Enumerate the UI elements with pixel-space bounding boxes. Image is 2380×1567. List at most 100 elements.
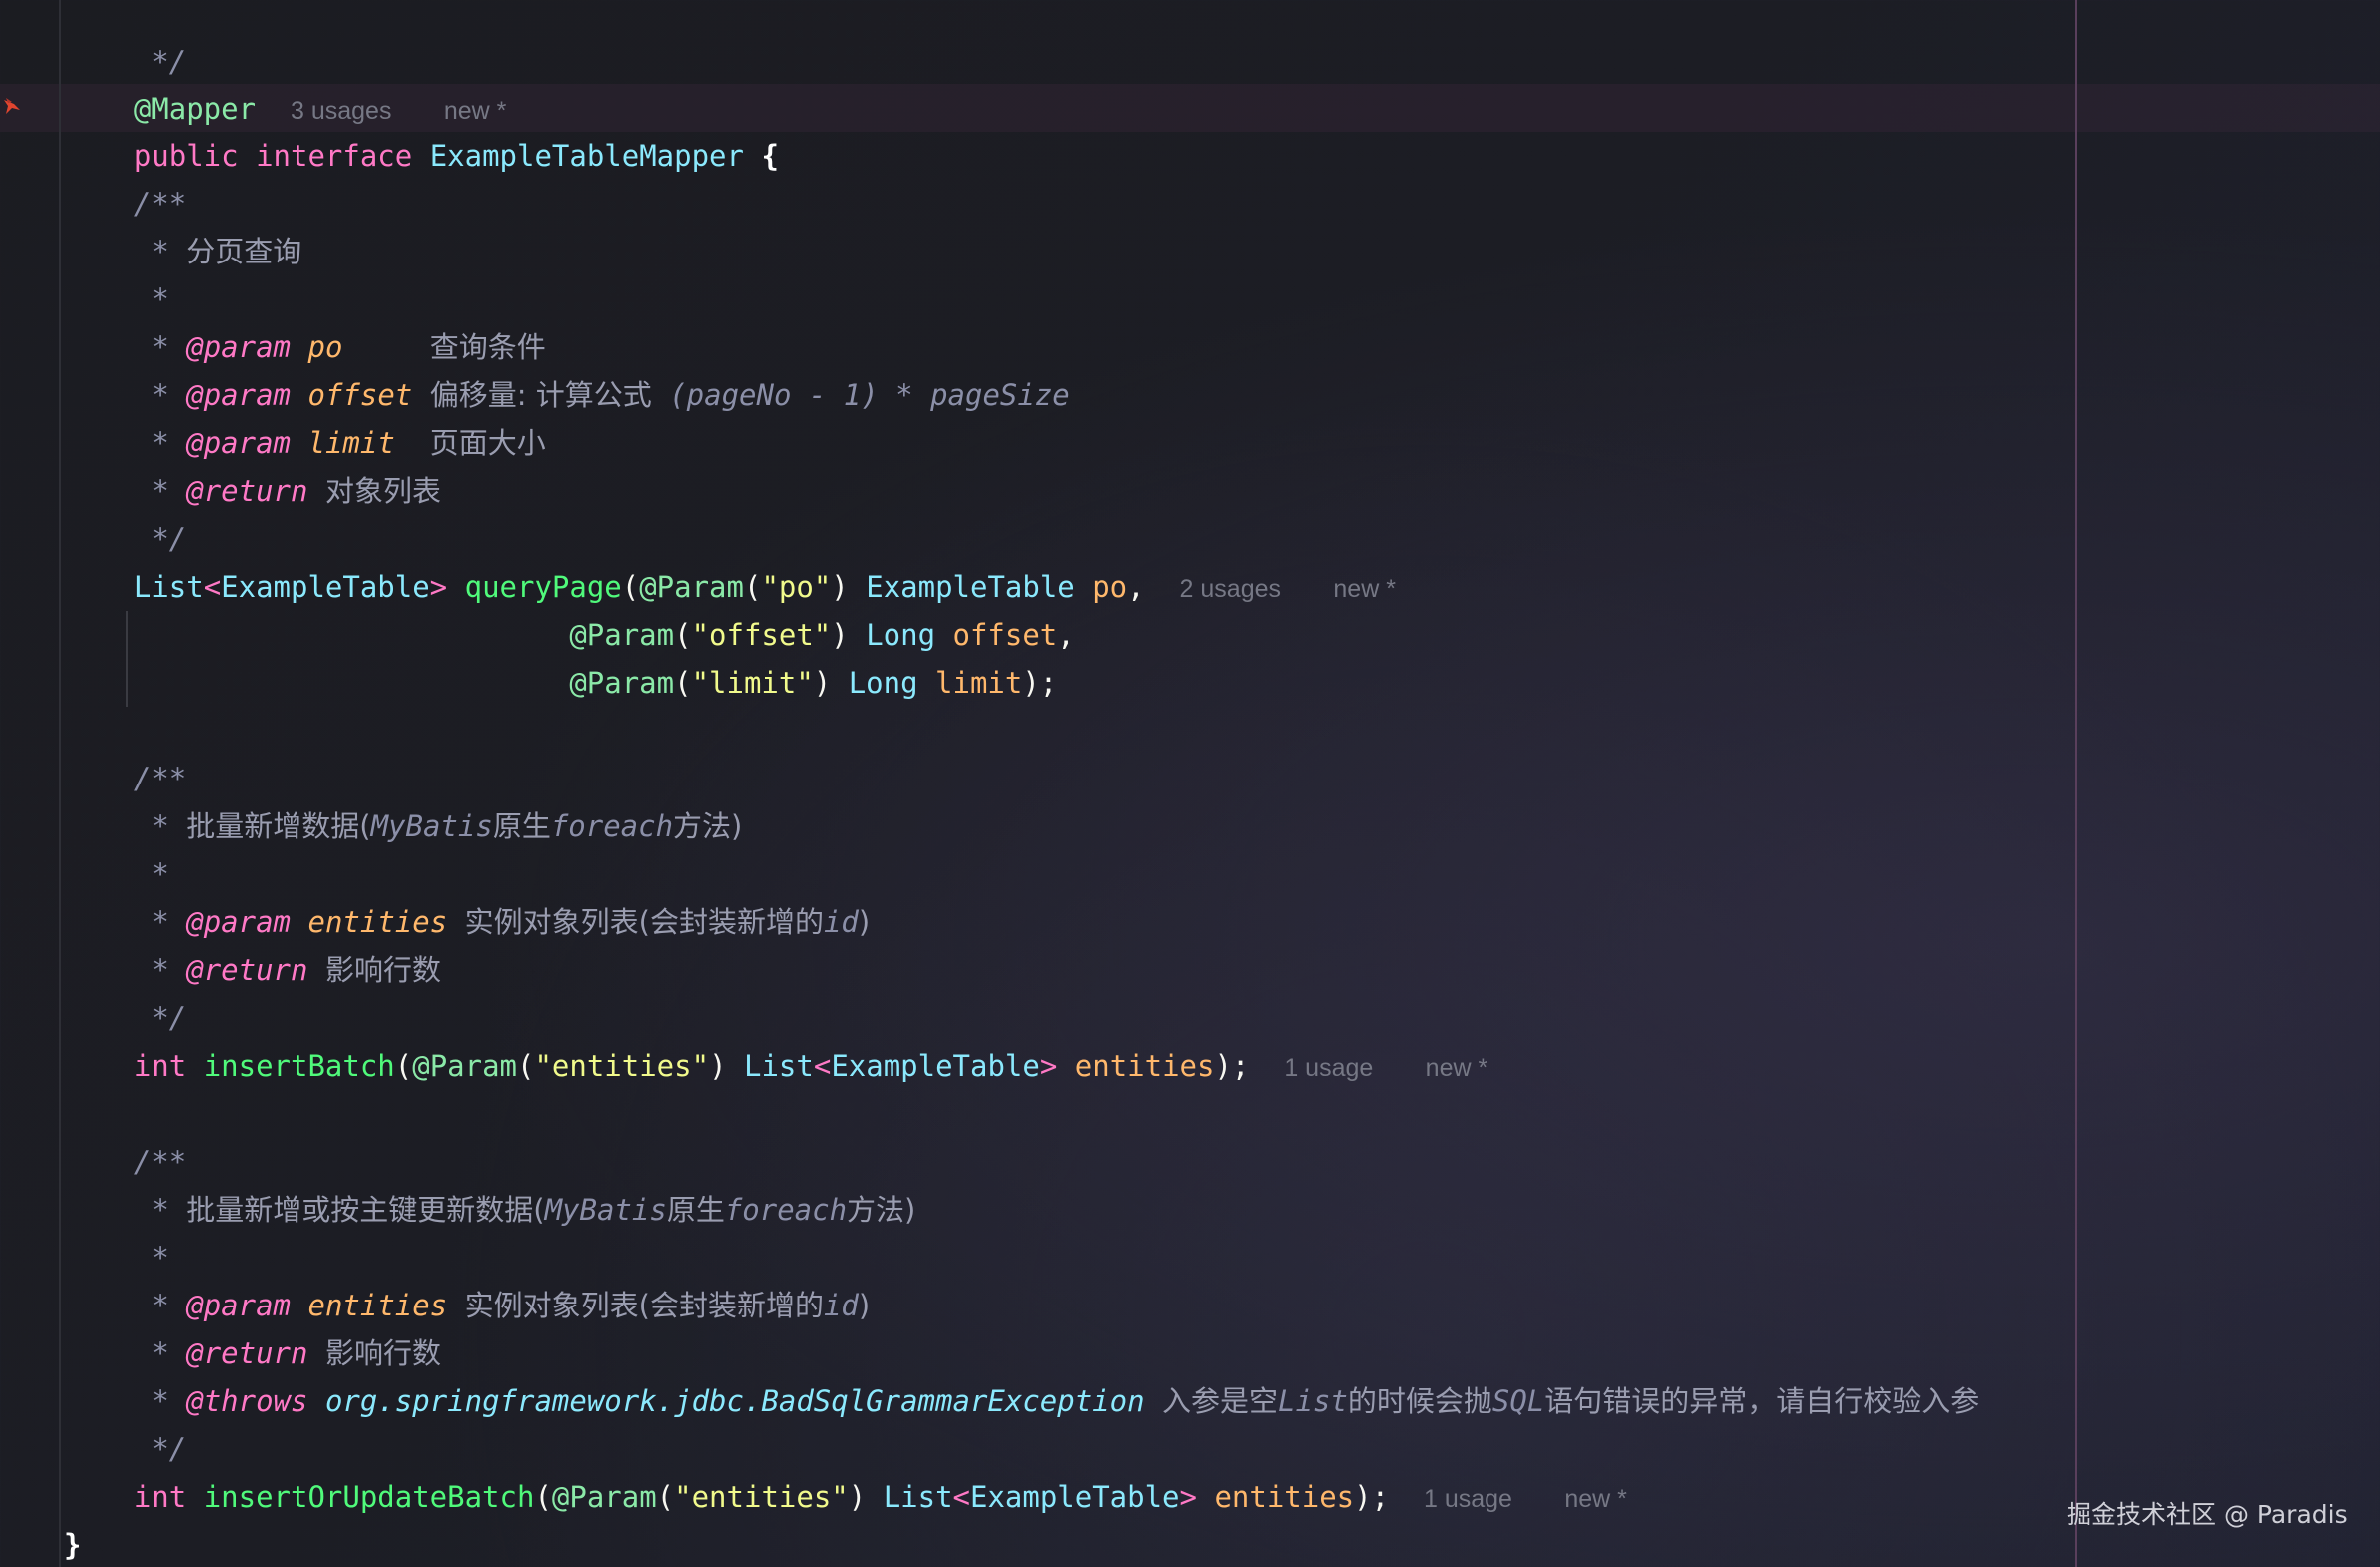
javadoc-param-name: entities <box>307 1289 448 1322</box>
code-line[interactable]: * @throws org.springframework.jdbc.BadSq… <box>64 1377 1979 1425</box>
code-line[interactable]: List<ExampleTable> queryPage(@Param("po"… <box>64 563 1396 611</box>
string-offset: "offset" <box>691 618 832 652</box>
generic-close: > <box>429 570 448 604</box>
string-entities: "entities" <box>534 1049 710 1083</box>
javadoc-param-desc: 实例对象列表(会封装新增的 <box>464 905 824 939</box>
usages-hint[interactable]: 2 usages <box>1180 575 1281 603</box>
type-list: List <box>883 1480 953 1514</box>
param-annotation: @Param <box>412 1049 517 1083</box>
code-line[interactable]: int insertOrUpdateBatch(@Param("entities… <box>64 1473 1627 1521</box>
javadoc-open: /** <box>133 1145 187 1179</box>
code-line[interactable]: @Mapper 3 usages new * <box>64 37 507 126</box>
javadoc-param-tag: @param <box>186 426 292 460</box>
javadoc-throws-desc: 语句错误的异常，请自行校验入参 <box>1544 1384 1980 1418</box>
javadoc-return-tag: @return <box>186 953 308 987</box>
string-limit: "limit" <box>691 666 814 700</box>
method-insert-or-update-batch: insertOrUpdateBatch <box>203 1480 535 1514</box>
code-line[interactable]: * 批量新增或按主键更新数据(MyBatis原生foreach方法) <box>64 1186 915 1234</box>
code-line[interactable]: * <box>64 850 168 898</box>
javadoc-star: * <box>151 905 169 939</box>
gutter-divider <box>59 0 61 1567</box>
mybatis-bird-icon[interactable] <box>2 94 22 118</box>
code-line[interactable]: @Param("offset") Long offset, <box>64 611 1074 659</box>
type-list: List <box>133 570 204 604</box>
method-insert-batch: insertBatch <box>203 1049 395 1083</box>
keyword-int: int <box>133 1480 187 1514</box>
param-annotation: @Param <box>551 1480 657 1514</box>
javadoc-description: 批量新增或按主键更新数据 <box>186 1193 534 1227</box>
code-line[interactable]: */ <box>64 515 186 563</box>
javadoc-param-tag: @param <box>186 1289 292 1322</box>
code-line[interactable]: * @param po 查询条件 <box>64 323 546 371</box>
code-line[interactable]: * @return 影响行数 <box>64 946 441 994</box>
javadoc-throws-desc: SQL <box>1491 1384 1545 1418</box>
code-line[interactable]: public interface ExampleTableMapper { <box>64 84 779 173</box>
code-line[interactable]: /** <box>64 755 186 802</box>
string-entities: "entities" <box>674 1480 849 1514</box>
code-line[interactable]: * @return 影响行数 <box>64 1329 441 1377</box>
javadoc-throws-desc: 的时候会抛 <box>1347 1384 1492 1418</box>
javadoc-close: */ <box>151 1432 187 1466</box>
code-line[interactable]: */ <box>64 1425 186 1473</box>
code-line[interactable]: * @param offset 偏移量: 计算公式 (pageNo - 1) *… <box>64 371 1069 419</box>
javadoc-param-desc: 查询条件 <box>429 330 546 364</box>
generic-open: < <box>203 570 222 604</box>
javadoc-star: * <box>151 235 169 268</box>
code-line[interactable]: */ <box>64 994 186 1042</box>
javadoc-return-tag: @return <box>186 474 308 508</box>
param-annotation: @Param <box>569 666 675 700</box>
type-long: Long <box>848 666 918 700</box>
code-line[interactable]: * @param entities 实例对象列表(会封装新增的id) <box>64 1282 870 1329</box>
code-line[interactable]: */ <box>64 0 186 79</box>
code-editor[interactable]: */ @Mapper 3 usages new * public interfa… <box>0 0 2380 1567</box>
code-line[interactable]: * @return 对象列表 <box>64 467 441 515</box>
javadoc-note: MyBatis <box>370 809 493 843</box>
type-example-table: ExampleTable <box>831 1049 1040 1083</box>
method-query-page: queryPage <box>464 570 622 604</box>
javadoc-return-desc: 对象列表 <box>324 474 441 508</box>
javadoc-return-tag: @return <box>186 1336 308 1370</box>
string-po: "po" <box>761 570 832 604</box>
javadoc-param-desc: id <box>823 1289 859 1322</box>
type-example-table: ExampleTable <box>221 570 430 604</box>
new-hint[interactable]: new * <box>1333 575 1396 603</box>
javadoc-note: foreach <box>550 809 674 843</box>
javadoc-star: * <box>151 1336 169 1370</box>
interface-name: ExampleTableMapper <box>429 139 744 173</box>
code-line[interactable]: int insertBatch(@Param("entities") List<… <box>64 1042 1488 1090</box>
code-line[interactable]: /** <box>64 180 186 228</box>
javadoc-note: foreach <box>724 1193 848 1227</box>
new-hint[interactable]: new * <box>1426 1054 1488 1082</box>
javadoc-star: * <box>151 1384 169 1418</box>
code-line[interactable]: * <box>64 1234 168 1282</box>
keyword-interface: interface <box>256 139 413 173</box>
code-line[interactable]: @Param("limit") Long limit); <box>64 659 1057 707</box>
javadoc-star: * <box>151 282 169 316</box>
code-line[interactable]: * @param entities 实例对象列表(会封装新增的id) <box>64 898 870 946</box>
javadoc-note: 方法) <box>847 1193 916 1227</box>
param-annotation: @Param <box>569 618 675 652</box>
usages-hint[interactable]: 1 usage <box>1424 1485 1512 1513</box>
code-line[interactable]: } <box>64 1521 81 1567</box>
code-line[interactable]: * 批量新增数据(MyBatis原生foreach方法) <box>64 802 742 850</box>
type-example-table: ExampleTable <box>970 1480 1180 1514</box>
code-line[interactable]: * @param limit 页面大小 <box>64 419 545 467</box>
param-entities: entities <box>1214 1480 1355 1514</box>
javadoc-description: 分页查询 <box>186 235 302 268</box>
javadoc-param-tag: @param <box>186 905 292 939</box>
javadoc-close: */ <box>151 1001 187 1035</box>
param-offset: offset <box>952 618 1058 652</box>
code-line[interactable]: * <box>64 275 169 323</box>
usages-hint[interactable]: 1 usage <box>1284 1054 1373 1082</box>
javadoc-param-name: entities <box>307 905 448 939</box>
code-line[interactable]: * 分页查询 <box>64 228 301 275</box>
new-hint[interactable]: new * <box>1564 1485 1627 1513</box>
keyword-int: int <box>133 1049 187 1083</box>
javadoc-param-desc: ) <box>858 905 871 939</box>
code-line[interactable]: /** <box>64 1138 186 1186</box>
javadoc-star: * <box>151 330 169 364</box>
close-brace: } <box>64 1528 82 1562</box>
param-annotation: @Param <box>639 570 744 604</box>
right-margin-guide <box>2075 0 2077 1567</box>
javadoc-param-desc: 实例对象列表(会封装新增的 <box>464 1289 824 1322</box>
